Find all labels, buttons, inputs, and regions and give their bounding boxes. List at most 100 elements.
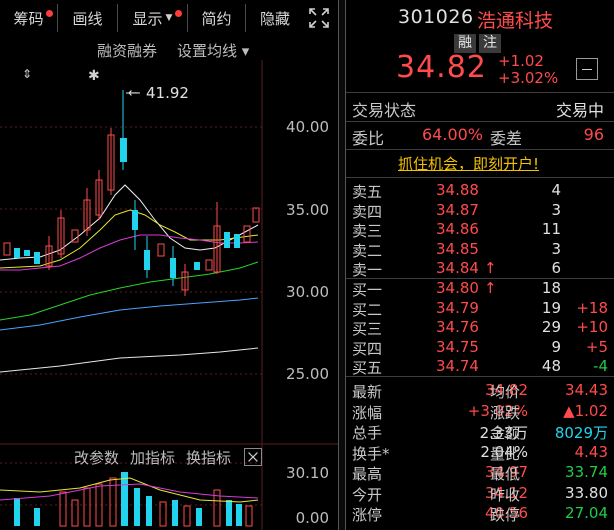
level-volume: 3	[551, 239, 561, 258]
chips-label: 筹码	[13, 9, 44, 28]
stat-label: 最低	[490, 465, 521, 483]
ask-row[interactable]: 卖三 34.86 11	[346, 220, 614, 240]
divider	[346, 121, 614, 122]
ask-row[interactable]: 卖一 34.84 ↑ 6	[346, 259, 614, 279]
fullscreen-icon[interactable]	[307, 6, 331, 30]
level-volume: 19	[541, 298, 561, 317]
event-marker-icon[interactable]: ⇕	[22, 67, 32, 81]
commission-diff-label: 委差	[490, 129, 523, 148]
hide-label: 隐藏	[259, 9, 290, 28]
up-arrow-icon: ↑	[484, 279, 497, 297]
last-price: 34.82	[396, 50, 487, 85]
commission-diff-value: 96	[583, 125, 604, 144]
level-price: 34.79	[436, 298, 479, 317]
stat-label: 最新	[352, 383, 383, 401]
display-label: 显示	[132, 9, 163, 28]
draw-line-button[interactable]: 画线	[58, 4, 118, 32]
volume-bars	[0, 472, 262, 527]
level-price: 34.80	[436, 279, 479, 297]
commission-ratio-value: 64.00%	[422, 125, 484, 144]
display-button[interactable]: 显示 ▼	[118, 4, 188, 32]
event-marker-icon[interactable]: ✱	[88, 68, 100, 84]
switch-indicator-link[interactable]: 换指标	[186, 447, 231, 468]
stat-label: 涨停	[352, 506, 383, 524]
level-label: 卖三	[352, 222, 383, 240]
level-price: 34.75	[436, 337, 479, 356]
stat-value: 33.80	[565, 483, 608, 502]
price-change: +1.02	[498, 52, 544, 70]
level-label: 卖二	[352, 241, 383, 260]
level-label: 卖四	[352, 202, 383, 221]
stat-value: 4.43	[574, 442, 608, 461]
level-label: 买五	[352, 359, 383, 377]
simple-mode-button[interactable]: 简约	[188, 4, 246, 32]
volume-tick: 0.00	[295, 509, 329, 527]
stat-label: 换手*	[352, 444, 390, 463]
dropdown-caret-icon: ▼	[165, 13, 173, 23]
level-label: 买三	[352, 320, 383, 338]
notification-dot	[175, 10, 182, 17]
stock-name[interactable]: 浩通科技	[477, 6, 553, 33]
level-delta: +5	[585, 337, 608, 356]
level-volume: 29	[541, 318, 561, 336]
stock-code: 301026	[398, 6, 474, 28]
stat-label: 涨跌	[490, 403, 521, 422]
bid-row[interactable]: 买四 34.75 9 +5	[346, 337, 614, 358]
level-volume: 11	[541, 220, 561, 238]
chips-button[interactable]: 筹码	[0, 4, 58, 32]
level-price: 34.88	[436, 181, 479, 199]
stat-label: 跌停	[490, 506, 521, 524]
stat-value: 8029万	[554, 424, 608, 442]
price-tick: 40.00	[286, 118, 329, 136]
margin-trading-link[interactable]: 融资融券	[97, 40, 157, 61]
chart-toolbar: 筹码 画线 显示 ▼ 简约 隐藏	[0, 3, 338, 33]
edit-params-link[interactable]: 改参数	[74, 447, 119, 468]
level-price: 34.86	[436, 220, 479, 238]
stat-value: 33.74	[565, 463, 608, 481]
ask-row[interactable]: 卖五 34.88 4	[346, 181, 614, 201]
level-price: 34.87	[436, 200, 479, 219]
bid-row[interactable]: 买一 34.80 ↑ 18	[346, 279, 614, 299]
level-price: 34.85	[436, 239, 479, 258]
ask-row[interactable]: 卖四 34.87 3	[346, 200, 614, 221]
ma-settings-link[interactable]: 设置均线 ▾	[177, 40, 249, 61]
add-indicator-link[interactable]: 加指标	[130, 447, 175, 468]
hide-button[interactable]: 隐藏	[246, 4, 304, 32]
level-price: 34.84	[436, 259, 479, 277]
ma-settings-label: 设置均线	[177, 42, 238, 60]
stat-label: 均价	[490, 383, 521, 401]
stat-label: 总手	[352, 424, 383, 442]
price-tick: 25.00	[286, 365, 329, 383]
high-marker-arrow-icon: ←	[128, 86, 139, 101]
simple-mode-label: 简约	[201, 9, 232, 28]
stat-value: ▲1.02	[563, 401, 608, 420]
panel-divider[interactable]	[338, 0, 346, 530]
open-account-link[interactable]: 抓住机会，即刻开户!	[398, 153, 539, 174]
collapse-button[interactable]	[576, 58, 598, 80]
notification-dot	[46, 10, 53, 17]
bid-row[interactable]: 买三 34.76 29 +10	[346, 318, 614, 338]
level-label: 买二	[352, 300, 383, 319]
draw-line-label: 画线	[72, 9, 103, 28]
level-label: 卖一	[352, 261, 383, 279]
stat-label: 涨幅	[352, 403, 383, 422]
level-delta: +18	[576, 298, 608, 317]
price-change-percent: +3.02%	[498, 69, 559, 87]
level-volume: 4	[551, 181, 561, 199]
divider	[346, 376, 614, 377]
level-label: 买四	[352, 339, 383, 358]
level-volume: 9	[551, 337, 561, 356]
volume-tick: 30.10	[286, 464, 329, 482]
bid-row[interactable]: 买二 34.79 19 +18	[346, 298, 614, 319]
ask-row[interactable]: 卖二 34.85 3	[346, 239, 614, 260]
level-volume: 6	[551, 259, 561, 277]
stat-value: 34.43	[565, 381, 608, 399]
level-delta: +10	[576, 318, 608, 336]
high-marker-label: 41.92	[146, 84, 189, 102]
commission-ratio-label: 委比	[352, 129, 385, 148]
close-icon[interactable]	[244, 448, 262, 466]
divider	[346, 92, 614, 93]
level-price: 34.74	[436, 357, 479, 375]
bid-row[interactable]: 买五 34.74 48 -4	[346, 357, 614, 377]
price-tick: 35.00	[286, 201, 329, 219]
